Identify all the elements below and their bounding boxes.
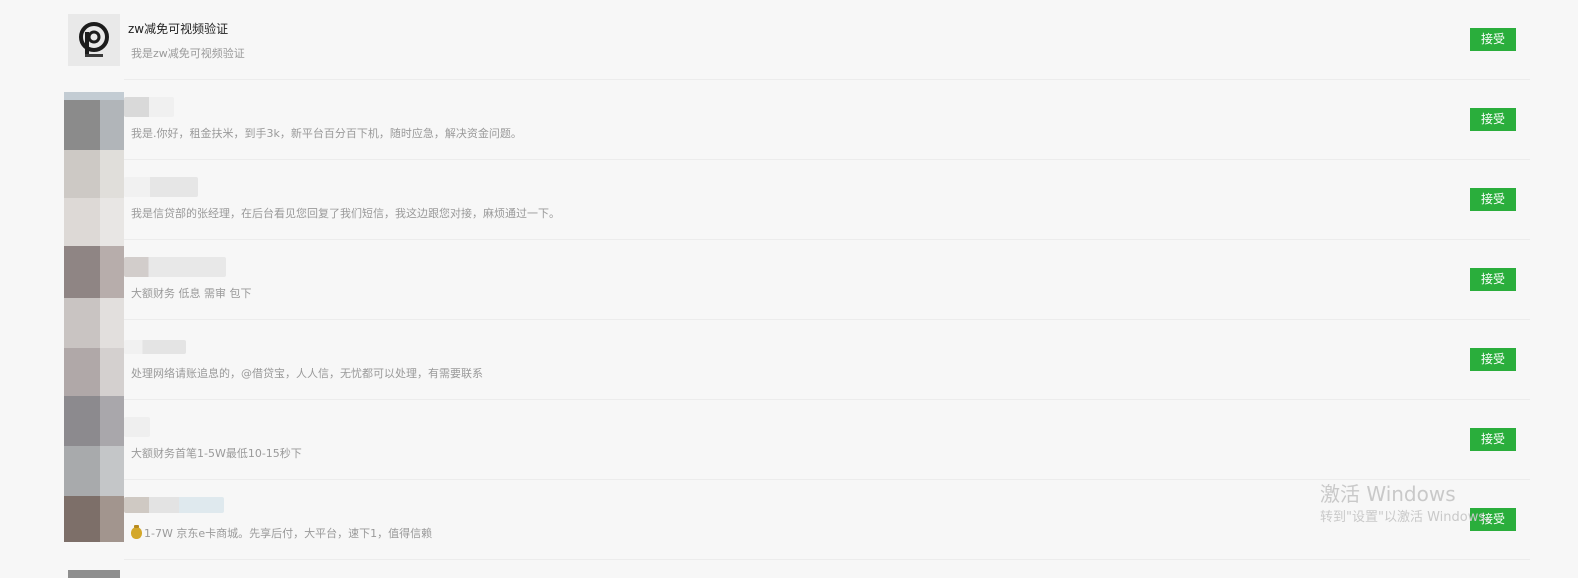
accept-button[interactable]: 接受 — [1470, 348, 1516, 371]
divider — [124, 559, 1530, 560]
avatar-redacted[interactable] — [64, 396, 124, 446]
accept-button[interactable]: 接受 — [1470, 108, 1516, 131]
request-message: 大额财务首笔1-5W最低10-15秒下 — [131, 447, 302, 460]
request-message: 我是zw减免可视频验证 — [131, 47, 245, 60]
requester-name-redacted — [124, 417, 150, 437]
avatar-redacted[interactable] — [64, 348, 124, 396]
accept-button[interactable]: 接受 — [1470, 268, 1516, 291]
avatar[interactable] — [68, 14, 120, 66]
requester-name-redacted — [124, 340, 186, 354]
accept-button[interactable]: 接受 — [1470, 28, 1516, 51]
money-bag-icon — [131, 525, 142, 539]
request-message: 我是.你好，租金扶米，到手3k，新平台百分百下机，随时应急，解决资金问题。 — [131, 127, 522, 140]
requester-name: zw减免可视频验证 — [128, 22, 229, 36]
request-message: 大额财务 低息 需审 包下 — [131, 287, 252, 300]
requester-name-redacted — [124, 497, 224, 513]
request-row: 大额财务首笔1-5W最低10-15秒下 接受 — [0, 400, 1578, 480]
request-row: 处理网络请账追息的，@借贷宝，人人信，无忧都可以处理，有需要联系 接受 — [0, 320, 1578, 400]
avatar-redacted[interactable] — [64, 246, 124, 298]
request-row: 我是信贷部的张经理，在后台看见您回复了我们短信，我这边跟您对接，麻烦通过一下。 … — [0, 160, 1578, 240]
requester-name-redacted — [124, 257, 226, 277]
avatar-redacted[interactable] — [64, 92, 124, 150]
request-row: zw减免可视频验证 我是zw减免可视频验证 接受 — [0, 0, 1578, 80]
avatar-redacted[interactable] — [64, 446, 124, 496]
accept-button[interactable]: 接受 — [1470, 188, 1516, 211]
request-message: 我是信贷部的张经理，在后台看见您回复了我们短信，我这边跟您对接，麻烦通过一下。 — [131, 207, 560, 220]
requester-name-redacted — [124, 177, 198, 197]
accept-button[interactable]: 接受 — [1470, 508, 1516, 531]
avatar-redacted[interactable] — [64, 198, 124, 246]
requester-name-redacted — [124, 97, 174, 117]
accept-button[interactable]: 接受 — [1470, 428, 1516, 451]
logo-icon — [79, 22, 109, 57]
request-list: zw减免可视频验证 我是zw减免可视频验证 接受 我是.你好，租金扶米，到手3k… — [0, 0, 1578, 560]
avatar-redacted[interactable] — [64, 496, 124, 542]
request-message: 处理网络请账追息的，@借贷宝，人人信，无忧都可以处理，有需要联系 — [131, 367, 483, 380]
avatar-partial[interactable] — [68, 570, 120, 578]
request-message: 1-7W 京东e卡商城。先享后付，大平台，速下1，值得信赖 — [131, 525, 432, 541]
avatar-redacted[interactable] — [64, 150, 124, 198]
friend-requests-page: zw减免可视频验证 我是zw减免可视频验证 接受 我是.你好，租金扶米，到手3k… — [0, 0, 1578, 578]
avatar-redacted[interactable] — [64, 298, 124, 348]
request-row: 大额财务 低息 需审 包下 接受 — [0, 240, 1578, 320]
request-row: 1-7W 京东e卡商城。先享后付，大平台，速下1，值得信赖 接受 — [0, 480, 1578, 560]
request-row: 我是.你好，租金扶米，到手3k，新平台百分百下机，随时应急，解决资金问题。 接受 — [0, 80, 1578, 160]
